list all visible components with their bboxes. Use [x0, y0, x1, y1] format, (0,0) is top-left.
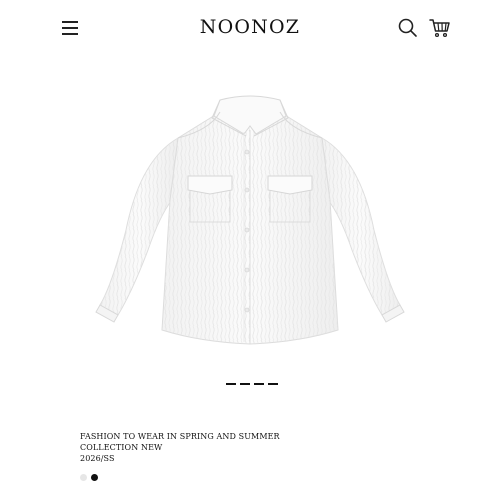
- carousel-dash[interactable]: [240, 383, 250, 385]
- carousel-dash[interactable]: [226, 383, 236, 385]
- color-swatches: [80, 474, 98, 481]
- swatch-dark[interactable]: [91, 474, 98, 481]
- shopping-cart-icon[interactable]: [428, 16, 452, 40]
- description-line: COLLECTION NEW: [80, 443, 163, 452]
- carousel-dash[interactable]: [254, 383, 264, 385]
- search-icon[interactable]: [397, 17, 419, 39]
- brand-logo[interactable]: NOONOZ: [0, 16, 500, 38]
- product-description: FASHION TO WEAR IN SPRING AND SUMMER COL…: [80, 431, 280, 464]
- description-line: 2026/SS: [80, 454, 115, 463]
- carousel-dash[interactable]: [268, 383, 278, 385]
- image-carousel-indicator: [226, 383, 286, 387]
- description-line: FASHION TO WEAR IN SPRING AND SUMMER: [80, 432, 280, 441]
- swatch-light[interactable]: [80, 474, 87, 481]
- site-header: NOONOZ: [0, 0, 500, 60]
- product-image[interactable]: [60, 60, 440, 380]
